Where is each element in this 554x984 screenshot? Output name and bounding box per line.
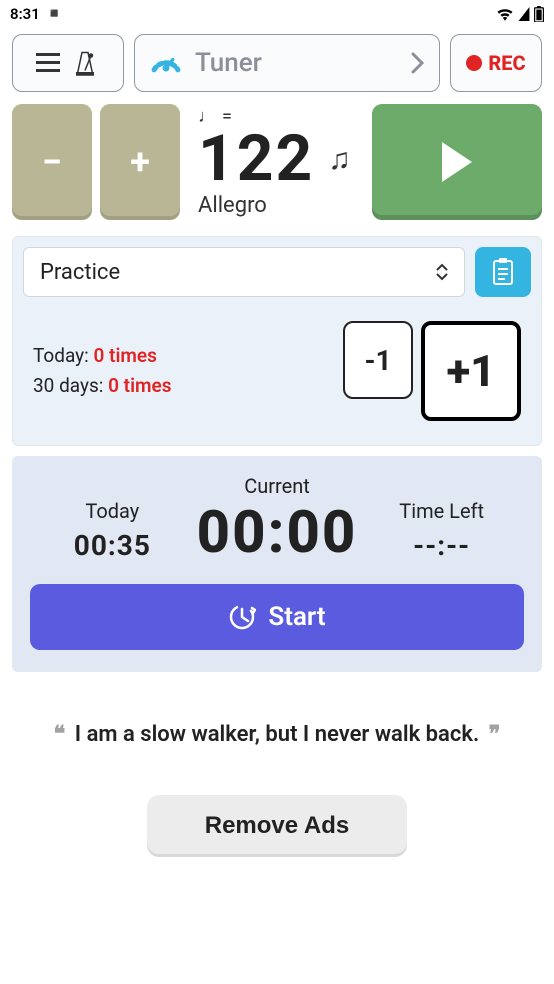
decrement-button[interactable]: -1 (343, 321, 413, 399)
hamburger-icon (36, 53, 60, 73)
tempo-name-label: Allegro (198, 193, 364, 218)
timer-left-label: Time Left (399, 499, 484, 523)
quote-close-icon: ❞ (485, 722, 505, 747)
battery-icon (534, 6, 544, 22)
quote-open-icon: ❝ (49, 722, 69, 747)
timer-current-label: Current (244, 474, 310, 498)
status-app-icon: ◾ (46, 6, 63, 22)
practice-stats: Today: 0 times 30 days: 0 times (33, 341, 172, 402)
record-label: REC (488, 51, 525, 75)
increment-button[interactable]: +1 (421, 321, 521, 421)
tempo-minus-button[interactable]: − (12, 104, 92, 220)
wifi-icon (496, 7, 514, 21)
increment-label: +1 (446, 345, 495, 397)
practice-select[interactable]: Practice (23, 247, 465, 297)
timer-today: Today 00:35 (30, 499, 195, 562)
select-caret-icon (436, 263, 448, 281)
timer-today-label: Today (85, 499, 139, 523)
record-button[interactable]: REC (450, 34, 542, 92)
start-timer-button[interactable]: Start (30, 584, 524, 650)
minus-icon: − (42, 141, 62, 183)
record-dot-icon (466, 55, 482, 71)
days-value: 0 times (108, 374, 171, 397)
practice-log-button[interactable] (475, 247, 531, 297)
beamed-notes-icon[interactable]: ♫ (328, 142, 351, 177)
today-label: Today: (33, 344, 89, 367)
plus-icon: + (130, 141, 150, 183)
tempo-controls: − + ♩ = 122 ♫ Allegro (0, 98, 554, 226)
status-bar: 8:31 ◾ (0, 0, 554, 28)
timer-left: Time Left --:-- (359, 499, 524, 562)
clipboard-icon (491, 258, 515, 286)
status-time: 8:31 (10, 5, 40, 23)
timer-start-icon (228, 603, 256, 631)
timer-current-value: 00:00 (197, 504, 358, 562)
timer-left-value: --:-- (413, 529, 470, 562)
metronome-icon (70, 48, 100, 78)
remove-ads-button[interactable]: Remove Ads (147, 795, 407, 857)
bpm-value[interactable]: 122 (198, 127, 314, 191)
tuner-tab[interactable]: Tuner (134, 34, 440, 92)
today-value: 0 times (93, 344, 156, 367)
top-bar: Tuner REC (0, 28, 554, 98)
days-label: 30 days: (33, 374, 103, 397)
gauge-icon (149, 46, 183, 80)
practice-select-label: Practice (40, 260, 120, 285)
quote-block: ❝ I am a slow walker, but I never walk b… (40, 718, 514, 751)
tempo-display: ♩ = 122 ♫ Allegro (188, 104, 364, 220)
tempo-plus-button[interactable]: + (100, 104, 180, 220)
remove-ads-label: Remove Ads (205, 812, 350, 839)
signal-icon (518, 7, 530, 21)
chevron-right-icon (411, 52, 425, 74)
practice-card: Practice Today: 0 times 30 days: 0 times… (12, 236, 542, 446)
menu-button[interactable] (12, 34, 124, 92)
decrement-label: -1 (364, 344, 391, 377)
tuner-label: Tuner (195, 48, 262, 78)
play-icon (442, 142, 472, 182)
timer-current: Current 00:00 (195, 474, 360, 562)
play-button[interactable] (372, 104, 542, 220)
timer-today-value: 00:35 (74, 529, 151, 562)
start-label: Start (268, 602, 325, 632)
quote-text: I am a slow walker, but I never walk bac… (75, 722, 479, 747)
timer-card: Today 00:35 Current 00:00 Time Left --:-… (12, 456, 542, 672)
